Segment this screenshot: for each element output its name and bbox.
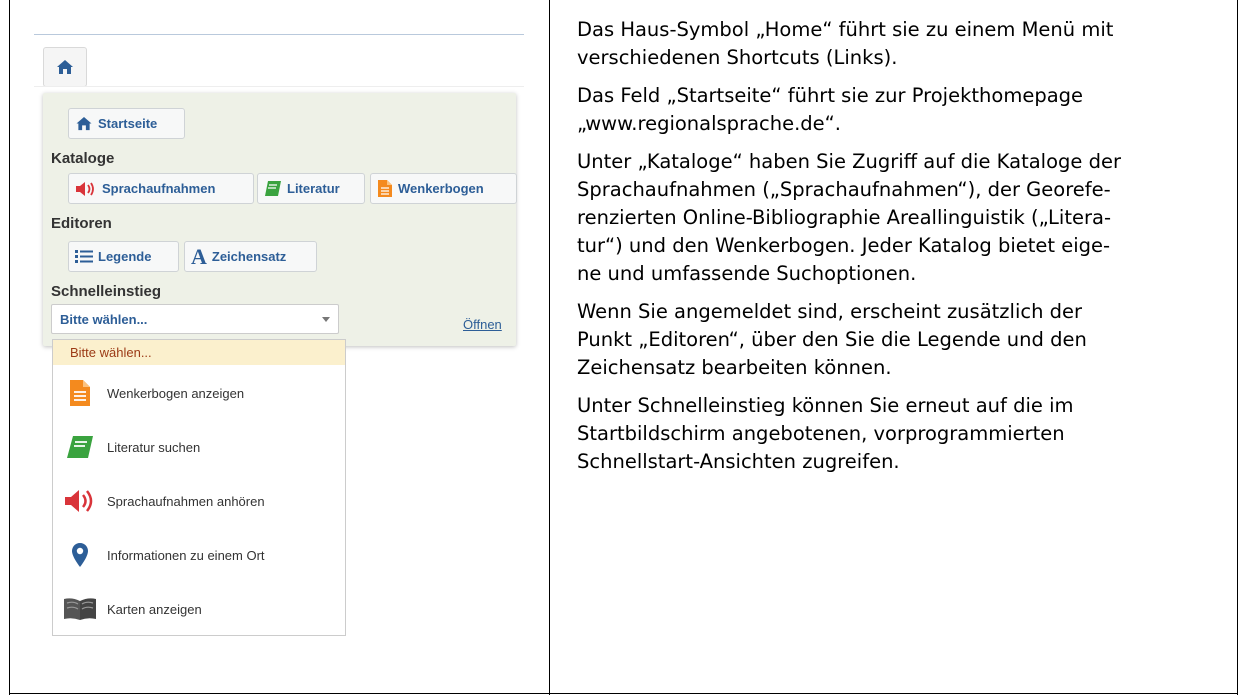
book-icon [264,180,282,197]
document-table: Startseite Kataloge Sprachaufnahmen Lite… [9,0,1238,695]
caret-down-icon [322,316,330,322]
list-icon [75,249,93,264]
toolbar-rule [34,34,524,35]
sprachaufnahmen-button[interactable]: Sprachaufnahmen [68,173,254,204]
map-book-icon [61,597,99,621]
home-icon [75,116,93,131]
paragraph-schnelleinstieg: Unter Schnelleinstieg können Sie erneut … [577,392,1232,476]
text-line: verschiedenen Shortcuts (Links). [577,46,898,69]
text-line: Sprachaufnahmen („Sprachaufnahmen“), der… [577,178,1111,201]
wenkerbogen-label: Wenkerbogen [398,181,484,196]
menu-screenshot: Startseite Kataloge Sprachaufnahmen Lite… [10,0,549,695]
editoren-heading: Editoren [51,215,112,232]
startseite-label: Startseite [98,116,158,131]
text-line: Das Feld „Startseite“ führt sie zur Proj… [577,84,1084,107]
zeichensatz-label: Zeichensatz [211,249,287,264]
home-menu-panel: Startseite Kataloge Sprachaufnahmen Lite… [43,93,517,346]
open-link[interactable]: Öffnen [463,317,502,332]
text-line: Zeichensatz bearbeiten können. [577,356,892,379]
text-line: tur“) und den Wenkerbogen. Jeder Katalog… [577,234,1111,257]
dropdown-option-label: Karten anzeigen [107,601,202,617]
zeichensatz-button[interactable]: A Zeichensatz [184,241,317,272]
text-line: Wenn Sie angemeldet sind, erscheint zusä… [577,300,1083,323]
dropdown-option-label: Literatur suchen [107,439,201,455]
dropdown-option-label: Informationen zu einem Ort [107,547,265,563]
schnelleinstieg-dropdown: Bitte wählen... Wenkerbogen anzeigen Lit… [52,339,346,636]
document-icon [61,379,99,407]
dropdown-option-sprachaufnahmen[interactable]: Sprachaufnahmen anhören [53,475,345,527]
kataloge-heading: Kataloge [51,150,115,167]
dropdown-option-ort[interactable]: Informationen zu einem Ort [53,529,345,581]
column-divider [549,0,550,695]
dropdown-option-literatur[interactable]: Literatur suchen [53,421,345,473]
location-pin-icon [61,542,99,568]
text-line: Das Haus-Symbol „Home“ führt sie zu eine… [577,18,1114,41]
paragraph-home: Das Haus-Symbol „Home“ führt sie zu eine… [577,16,1232,72]
dropdown-option-karten[interactable]: Karten anzeigen [53,583,345,635]
paragraph-kataloge: Unter „Kataloge“ haben Sie Zugriff auf d… [577,148,1232,288]
explanation-text: Das Haus-Symbol „Home“ führt sie zu eine… [577,16,1232,486]
schnelleinstieg-heading: Schnelleinstieg [51,283,162,300]
book-icon [61,435,99,459]
speaker-icon [61,489,99,513]
font-icon: A [191,243,207,269]
dropdown-option-default[interactable]: Bitte wählen... [53,340,345,365]
text-line: „www.regionalsprache.de“. [577,112,841,135]
paragraph-startseite: Das Feld „Startseite“ führt sie zur Proj… [577,82,1232,138]
literatur-button[interactable]: Literatur [257,173,365,204]
speaker-icon [75,181,97,197]
dropdown-option-label: Sprachaufnahmen anhören [107,493,265,509]
text-line: Punkt „Editoren“, über den Sie die Legen… [577,328,1087,351]
legende-button[interactable]: Legende [68,241,179,272]
sprachaufnahmen-label: Sprachaufnahmen [102,181,216,196]
schnelleinstieg-select[interactable]: Bitte wählen... [51,304,339,334]
legende-label: Legende [98,249,152,264]
home-button[interactable] [43,47,87,87]
text-line: renzierten Online-Bibliographie Areallin… [577,206,1111,229]
paragraph-editoren: Wenn Sie angemeldet sind, erscheint zusä… [577,298,1232,382]
text-line: Schnellstart-Ansichten zugreifen. [577,450,900,473]
select-value: Bitte wählen... [60,311,148,327]
text-line: Unter Schnelleinstieg können Sie erneut … [577,394,1074,417]
literatur-label: Literatur [287,181,340,196]
home-icon [57,60,73,74]
text-line: Startbildschirm angebotenen, vorprogramm… [577,422,1065,445]
wenkerbogen-button[interactable]: Wenkerbogen [370,173,517,204]
document-icon [377,179,393,198]
text-line: ne und umfassende Suchoptionen. [577,262,917,285]
dropdown-option-wenkerbogen[interactable]: Wenkerbogen anzeigen [53,367,345,419]
startseite-button[interactable]: Startseite [68,108,185,139]
toolbar-underline [34,86,524,87]
text-line: Unter „Kataloge“ haben Sie Zugriff auf d… [577,150,1121,173]
dropdown-option-label: Wenkerbogen anzeigen [107,385,245,401]
